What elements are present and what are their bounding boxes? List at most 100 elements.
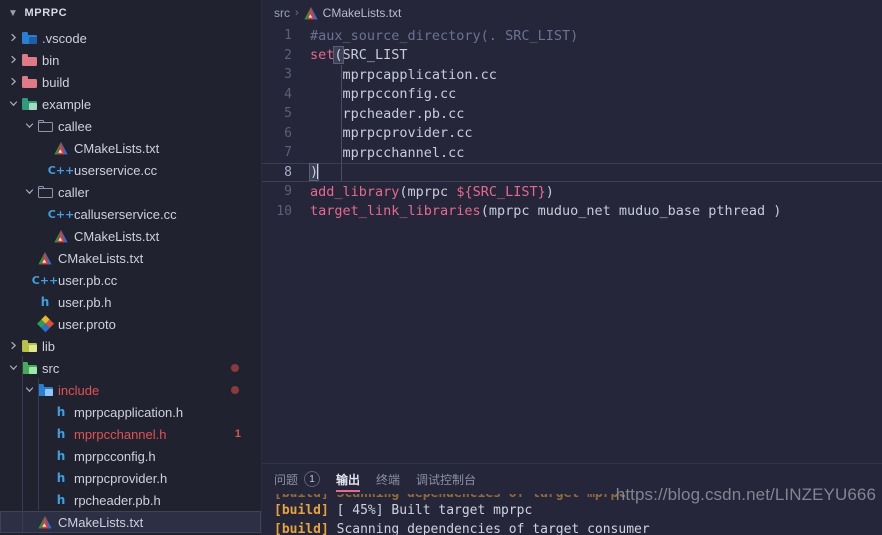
code-text: mprpcapplication.cc [310, 67, 497, 83]
code-token: mprpcprovider.cc [310, 125, 473, 142]
panel-tab-0[interactable]: 问题 1 [274, 464, 321, 494]
code-token: target_link_libraries [310, 203, 481, 220]
tree-folder-include[interactable]: include [0, 379, 261, 401]
code-line[interactable]: 3 mprpcapplication.cc [262, 65, 882, 85]
tree-folder--vscode[interactable]: .vscode [0, 27, 261, 49]
tree-file-userservice-cc[interactable]: C++ userservice.cc [0, 159, 261, 181]
output-message: [ 45%] Built target mprpc [328, 503, 533, 518]
folder-example-icon [20, 98, 38, 110]
tree-folder-bin[interactable]: bin [0, 49, 261, 71]
chevron-down-icon[interactable] [6, 363, 20, 374]
tree-folder-callee[interactable]: callee [0, 115, 261, 137]
explorer-sidebar: ▼ MPRPC .vscode bin build example callee CMak… [0, 0, 262, 535]
panel-tab-label: 终端 [376, 472, 401, 487]
tree-item-label: userservice.cc [74, 162, 158, 178]
tree-item-label: caller [58, 184, 90, 200]
editor-scrollbar[interactable] [868, 26, 882, 463]
panel-tab-2[interactable]: 终端 [376, 464, 400, 494]
code-text: #aux_source_directory(. SRC_LIST) [310, 28, 578, 44]
cmake-icon [36, 251, 54, 265]
chevron-down-icon[interactable] [22, 121, 36, 132]
header-icon: h [56, 493, 66, 507]
panel-tab-1[interactable]: 输出 [336, 464, 361, 494]
tree-item-label: .vscode [42, 30, 87, 46]
code-line[interactable]: 5 rpcheader.pb.cc [262, 104, 882, 124]
cmake-icon [52, 141, 70, 155]
tree-folder-example[interactable]: example [0, 93, 261, 115]
code-line[interactable]: 10 target_link_libraries(mprpc muduo_net … [262, 202, 882, 222]
chevron-right-icon[interactable] [6, 55, 20, 66]
breadcrumb[interactable]: src › CMakeLists.txt [262, 0, 882, 26]
cpp-icon: C++ [47, 163, 75, 177]
tree-file-cmakelists-txt[interactable]: CMakeLists.txt [0, 511, 261, 533]
header-icon: h [56, 427, 66, 441]
tree-file-mprpcconfig-h[interactable]: h mprpcconfig.h [0, 445, 261, 467]
chevron-down-icon[interactable] [6, 99, 20, 110]
tree-file-mprpcprovider-h[interactable]: h mprpcprovider.h [0, 467, 261, 489]
tree-file-cmakelists-txt[interactable]: CMakeLists.txt [0, 225, 261, 247]
code-line[interactable]: 1 #aux_source_directory(. SRC_LIST) [262, 26, 882, 46]
code-token: ) [545, 183, 554, 200]
line-number: 7 [284, 145, 292, 161]
code-text: set(SRC_LIST [310, 46, 408, 65]
folder-vscode-icon [20, 32, 38, 44]
code-line[interactable]: 7 mprpcchannel.cc [262, 143, 882, 163]
output-tag: [build] [274, 503, 329, 518]
code-editor[interactable]: 1 #aux_source_directory(. SRC_LIST) 2 set(S… [262, 26, 882, 463]
tree-item-label: bin [42, 52, 60, 68]
tree-file-user-proto[interactable]: user.proto [0, 313, 261, 335]
code-line[interactable]: 8) [262, 162, 882, 183]
file-tree[interactable]: .vscode bin build example callee CMakeLists.t… [0, 26, 261, 535]
header-icon: h [56, 471, 66, 485]
tree-item-label: CMakeLists.txt [58, 514, 144, 530]
line-number: 3 [284, 67, 292, 83]
output-tag: [build] [274, 522, 329, 535]
tree-file-mprpcchannel-h[interactable]: h mprpcchannel.h 1 [0, 423, 261, 445]
tree-file-cmakelists-txt[interactable]: CMakeLists.txt [0, 247, 261, 269]
tree-file-rpcheader-pb-h[interactable]: h rpcheader.pb.h [0, 489, 261, 511]
output-line-clipped: [build] Scanning dependencies of target … [274, 494, 626, 501]
panel-tab-label: 问题 [274, 472, 299, 487]
tree-folder-build[interactable]: build [0, 71, 261, 93]
code-token: mprpcchannel.cc [310, 144, 465, 161]
tree-item-label: callee [58, 118, 92, 134]
line-number: 1 [284, 28, 292, 44]
code-text: target_link_libraries(mprpc muduo_net mu… [310, 203, 781, 219]
code-token: ( [333, 46, 344, 65]
code-line[interactable]: 4 mprpcconfig.cc [262, 85, 882, 105]
code-line[interactable]: 6 mprpcprovider.cc [262, 124, 882, 144]
explorer-project-name: MPRPC [24, 7, 68, 19]
tree-file-user-pb-cc[interactable]: C++ user.pb.cc [0, 269, 261, 291]
cpp-icon: C++ [31, 273, 59, 287]
tree-folder-caller[interactable]: caller [0, 181, 261, 203]
explorer-project-header[interactable]: ▼ MPRPC [0, 0, 261, 26]
chevron-right-icon[interactable] [6, 341, 20, 352]
line-number: 4 [284, 86, 292, 102]
panel-tabs[interactable]: 问题 1 输出 终端 调试控制台 [262, 464, 882, 494]
chevron-right-icon[interactable] [6, 33, 20, 44]
tree-file-calluserservice-cc[interactable]: C++ calluserservice.cc [0, 203, 261, 225]
tree-file-mprpcapplication-h[interactable]: h mprpcapplication.h [0, 401, 261, 423]
tree-folder-lib[interactable]: lib [0, 335, 261, 357]
cpp-icon: C++ [47, 207, 75, 221]
code-line[interactable]: 2 set(SRC_LIST [262, 46, 882, 66]
code-lines[interactable]: 1 #aux_source_directory(. SRC_LIST) 2 set(S… [262, 26, 882, 221]
panel-tab-3[interactable]: 调试控制台 [416, 464, 476, 494]
breadcrumb-file[interactable]: CMakeLists.txt [323, 6, 402, 20]
code-text: rpcheader.pb.cc [310, 106, 465, 122]
code-token: mprpcconfig.cc [310, 86, 457, 103]
tree-folder-src[interactable]: src [0, 357, 261, 379]
chevron-down-icon[interactable] [22, 385, 36, 396]
cmake-icon [52, 229, 70, 243]
chevron-right-icon[interactable] [6, 77, 20, 88]
code-line[interactable]: 9 add_library(mprpc ${SRC_LIST}) [262, 182, 882, 202]
breadcrumb-folder[interactable]: src [274, 6, 290, 20]
output-console[interactable]: [build] Scanning dependencies of target … [262, 494, 882, 535]
output-line: [build] [ 45%] Built target mprpc [274, 501, 882, 520]
tree-file-user-pb-h[interactable]: h user.pb.h [0, 291, 261, 313]
chevron-down-icon[interactable] [22, 187, 36, 198]
error-dot-indicator [231, 386, 239, 394]
tree-item-label: build [42, 74, 70, 90]
line-number: 10 [276, 203, 292, 219]
tree-file-cmakelists-txt[interactable]: CMakeLists.txt [0, 137, 261, 159]
